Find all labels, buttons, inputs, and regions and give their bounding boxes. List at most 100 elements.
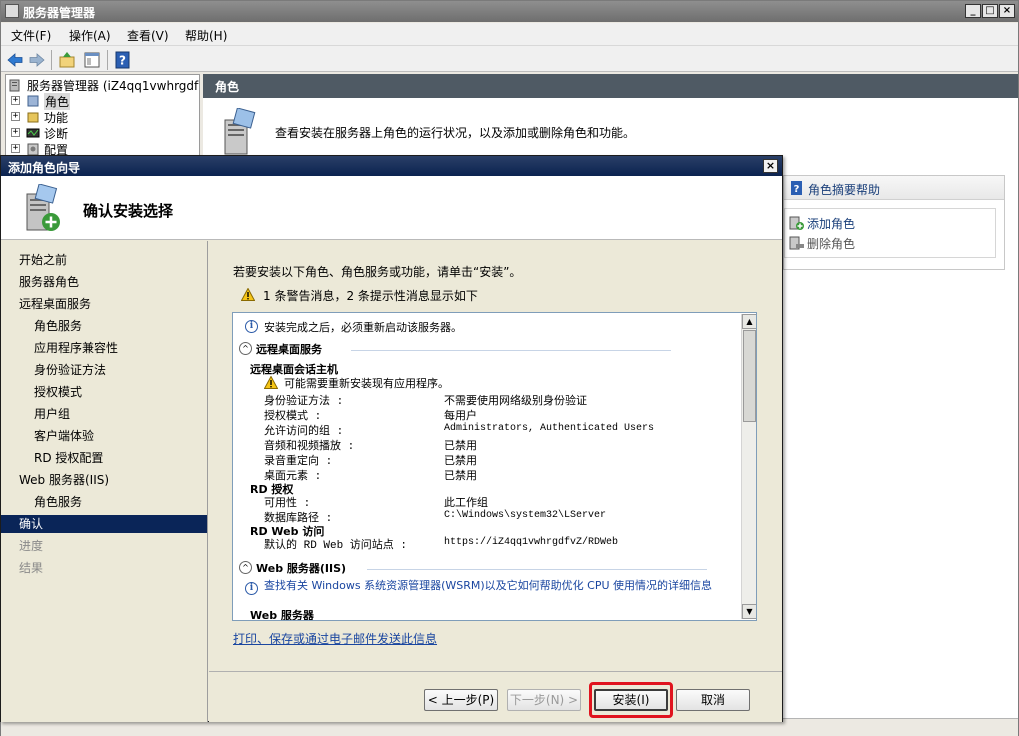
prop-value: 已禁用 — [444, 469, 477, 482]
install-button[interactable]: 安装(I) — [594, 689, 668, 711]
collapse-icon[interactable]: ^ — [239, 342, 252, 355]
back-icon[interactable] — [6, 51, 24, 69]
help-icon[interactable]: ? — [114, 51, 132, 69]
prop-value: https://iZ4qq1vwhrgdfvZ/RDWeb — [444, 537, 619, 548]
server-manager-icon — [5, 4, 19, 18]
roles-description: 查看安装在服务器上角色的运行状况，以及添加或删除角色和功能。 — [275, 126, 636, 140]
expand-icon[interactable]: + — [11, 96, 20, 105]
step-authentication-method[interactable]: 身份验证方法 — [1, 361, 207, 379]
installation-summary: i 安装完成之后，必须重新启动该服务器。 ^ 远程桌面服务 远程桌面会话主机 可… — [232, 312, 757, 621]
iis-section-title: Web 服务器(IIS) — [256, 562, 347, 575]
toolbar: ? — [1, 45, 1018, 72]
remove-role-link[interactable]: 删除角色 — [807, 235, 855, 252]
add-role-link[interactable]: 添加角色 — [807, 215, 855, 232]
help-icon: ? — [791, 181, 802, 195]
step-before-you-begin[interactable]: 开始之前 — [1, 251, 207, 269]
minimize-button[interactable]: _ — [965, 4, 981, 18]
step-user-groups[interactable]: 用户组 — [1, 405, 207, 423]
menu-view[interactable]: 查看(V) — [127, 27, 169, 44]
warning-summary-text: 1 条警告消息，2 条提示性消息显示如下 — [263, 289, 478, 303]
menu-help[interactable]: 帮助(H) — [185, 27, 227, 44]
prop-value: 已禁用 — [444, 439, 477, 452]
cancel-button[interactable]: 取消 — [676, 689, 750, 711]
features-icon — [27, 112, 39, 123]
tree-root[interactable]: 服务器管理器 (iZ4qq1vwhrgdfv — [27, 77, 199, 94]
help-panel-header: ? 角色摘要帮助 — [784, 176, 1004, 200]
wizard-page-title: 确认安装选择 — [83, 202, 174, 220]
section-divider — [351, 350, 671, 351]
properties-icon[interactable] — [83, 51, 101, 69]
scroll-thumb[interactable] — [743, 330, 756, 422]
prop-value: C:\Windows\system32\LServer — [444, 510, 607, 521]
install-instructions: 若要安装以下角色、角色服务或功能，请单击“安装”。 — [233, 265, 522, 279]
step-client-experience[interactable]: 客户端体验 — [1, 427, 207, 445]
prop-label: 允许访问的组 : — [264, 426, 344, 438]
add-role-icon — [789, 216, 804, 230]
up-icon[interactable] — [58, 51, 76, 69]
roles-help-panel: ? 角色摘要帮助 添加角色 删除角色 — [783, 175, 1005, 270]
tree-item-configuration[interactable]: 配置 — [44, 141, 68, 155]
wizard-steps: 开始之前 服务器角色 远程桌面服务 角色服务 应用程序兼容性 身份验证方法 授权… — [1, 241, 208, 722]
scroll-down-icon[interactable]: ▼ — [742, 604, 756, 619]
prop-value: Administrators, Authenticated Users — [444, 423, 655, 434]
prop-label: 可用性 : — [264, 498, 311, 510]
forward-icon[interactable] — [28, 51, 46, 69]
step-server-roles[interactable]: 服务器角色 — [1, 273, 207, 291]
restart-info: 安装完成之后，必须重新启动该服务器。 — [264, 321, 462, 334]
svg-text:?: ? — [119, 54, 126, 68]
expand-icon[interactable]: + — [11, 144, 20, 153]
prop-value: 每用户 — [444, 409, 477, 422]
wizard-title-bar[interactable]: 添加角色向导 × — [1, 156, 782, 176]
print-save-email-link[interactable]: 打印、保存或通过电子邮件发送此信息 — [233, 630, 437, 647]
wizard-close-button[interactable]: × — [763, 159, 778, 173]
expand-icon[interactable]: + — [11, 112, 20, 121]
menu-action[interactable]: 操作(A) — [69, 27, 111, 44]
step-confirmation[interactable]: 确认 — [1, 515, 207, 533]
back-button[interactable]: < 上一步(P) — [424, 689, 498, 711]
step-role-services[interactable]: 角色服务 — [1, 317, 207, 335]
roles-icon — [27, 95, 39, 107]
step-iis-role-services[interactable]: 角色服务 — [1, 493, 207, 511]
remove-role-icon — [789, 236, 804, 250]
tree-item-features[interactable]: 功能 — [44, 109, 68, 126]
navigation-tree: 服务器管理器 (iZ4qq1vwhrgdfv + 角色 + 功能 + 诊断 + … — [5, 74, 200, 156]
step-application-compatibility[interactable]: 应用程序兼容性 — [1, 339, 207, 357]
collapse-icon[interactable]: ^ — [239, 561, 252, 574]
expand-icon[interactable]: + — [11, 128, 20, 137]
content-header: 角色 — [203, 74, 1018, 98]
step-licensing-mode[interactable]: 授权模式 — [1, 383, 207, 401]
step-rd-licensing-config[interactable]: RD 授权配置 — [1, 449, 207, 467]
close-button[interactable]: × — [999, 4, 1015, 18]
web-server-title: Web 服务器 — [250, 609, 314, 621]
main-title-bar[interactable]: 服务器管理器 _ □ × — [1, 1, 1018, 22]
roles-server-icon — [224, 108, 256, 155]
info-icon: i — [245, 320, 258, 333]
wizard-header: 确认安装选择 — [1, 176, 782, 240]
section-divider — [367, 569, 707, 570]
main-window-title: 服务器管理器 — [23, 6, 96, 20]
tree-item-roles[interactable]: 角色 — [44, 93, 71, 110]
svg-text:?: ? — [794, 184, 800, 195]
rds-section-title: 远程桌面服务 — [256, 343, 322, 356]
roles-summary-help-link[interactable]: 角色摘要帮助 — [808, 181, 880, 198]
scroll-up-icon[interactable]: ▲ — [742, 314, 756, 329]
prop-label: 身份验证方法 : — [264, 396, 344, 408]
warning-icon — [241, 288, 255, 301]
toolbar-separator — [51, 50, 52, 70]
wsrm-info-link[interactable]: 查找有关 Windows 系统资源管理器(WSRM)以及它如何帮助优化 CPU … — [264, 579, 739, 592]
summary-scrollbar[interactable]: ▲ ▼ — [741, 314, 756, 619]
warning-icon — [264, 376, 278, 389]
step-web-server-iis[interactable]: Web 服务器(IIS) — [1, 471, 207, 489]
content-header-title: 角色 — [215, 80, 240, 94]
menu-file[interactable]: 文件(F) — [11, 27, 51, 44]
step-progress: 进度 — [19, 539, 44, 553]
prop-label: 音频和视频播放 : — [264, 441, 355, 453]
wizard-title: 添加角色向导 — [8, 161, 81, 175]
menu-bar: 文件(F) 操作(A) 查看(V) 帮助(H) — [1, 23, 1018, 45]
next-button: 下一步(N) > — [507, 689, 581, 711]
tree-item-diagnostics[interactable]: 诊断 — [44, 125, 68, 142]
step-remote-desktop-services[interactable]: 远程桌面服务 — [1, 295, 207, 313]
info-icon: i — [245, 582, 258, 595]
prop-label: 录音重定向 : — [264, 456, 333, 468]
maximize-button[interactable]: □ — [982, 4, 998, 18]
